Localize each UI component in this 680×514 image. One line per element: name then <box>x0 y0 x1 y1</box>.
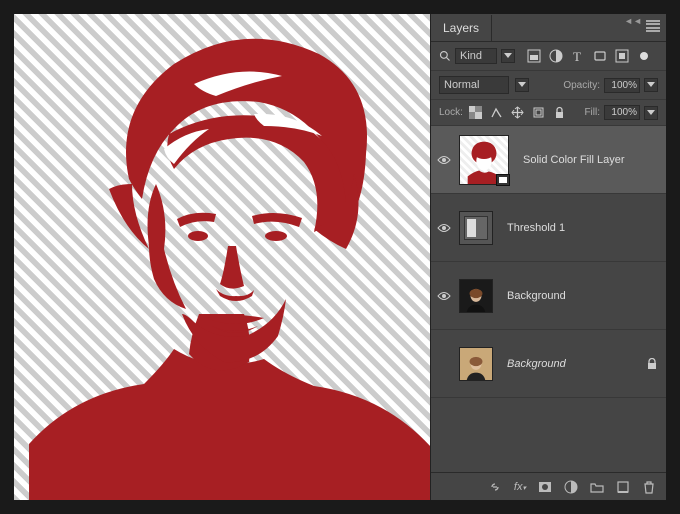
filter-type-icon[interactable]: T <box>571 49 585 63</box>
filter-shape-icon[interactable] <box>593 49 607 63</box>
lock-row: Lock: Fill: 100% <box>431 100 666 126</box>
visibility-icon[interactable] <box>437 223 451 233</box>
new-layer-icon[interactable] <box>616 480 630 494</box>
layer-row[interactable]: Background <box>431 262 666 330</box>
visibility-icon[interactable] <box>437 155 451 165</box>
portrait-artwork <box>14 14 430 500</box>
panel-menu-icon[interactable] <box>646 20 660 32</box>
layer-effects-icon[interactable]: fx▾ <box>514 481 526 493</box>
filter-smartobject-icon[interactable] <box>615 49 629 63</box>
fill-label: Fill: <box>584 107 600 118</box>
tab-layers[interactable]: Layers <box>431 15 492 41</box>
layers-list: Solid Color Fill Layer Threshold 1 Backg… <box>431 126 666 472</box>
collapse-icon[interactable]: ◄◄ <box>624 16 642 26</box>
layer-thumbnail[interactable] <box>459 135 509 185</box>
lock-label: Lock: <box>439 107 463 118</box>
lock-all-icon[interactable] <box>553 106 566 119</box>
group-icon[interactable] <box>590 480 604 494</box>
filter-toggle-icon[interactable] <box>637 49 651 63</box>
search-icon <box>439 50 451 62</box>
link-layers-icon[interactable] <box>488 480 502 494</box>
layer-row[interactable]: Threshold 1 <box>431 194 666 262</box>
kind-filter[interactable]: Kind <box>455 48 497 64</box>
layer-thumbnail[interactable] <box>459 347 493 381</box>
delete-layer-icon[interactable] <box>642 480 656 494</box>
lock-transparency-icon[interactable] <box>469 106 482 119</box>
adjustment-layer-icon[interactable] <box>564 480 578 494</box>
layer-thumbnail[interactable] <box>459 279 493 313</box>
layers-panel: Layers ◄◄ Kind T Normal Opacity: 100% <box>430 14 666 500</box>
layer-name[interactable]: Solid Color Fill Layer <box>523 154 658 166</box>
panel-footer: fx▾ <box>431 472 666 500</box>
layer-name[interactable]: Threshold 1 <box>507 222 658 234</box>
fill-dropdown-icon[interactable] <box>644 106 658 120</box>
canvas[interactable] <box>14 14 430 500</box>
blend-dropdown-icon[interactable] <box>515 78 529 92</box>
opacity-dropdown-icon[interactable] <box>644 78 658 92</box>
filter-adjustment-icon[interactable] <box>549 49 563 63</box>
kind-dropdown-icon[interactable] <box>501 49 515 63</box>
lock-icon <box>646 358 658 370</box>
svg-text:T: T <box>573 49 581 63</box>
visibility-icon[interactable] <box>437 291 451 301</box>
layer-mask-icon[interactable] <box>538 480 552 494</box>
layer-row[interactable]: Background <box>431 330 666 398</box>
lock-pixels-icon[interactable] <box>490 106 503 119</box>
blend-mode-select[interactable]: Normal <box>439 76 509 94</box>
layer-name[interactable]: Background <box>507 358 646 370</box>
fill-input[interactable]: 100% <box>604 105 640 120</box>
opacity-label: Opacity: <box>563 80 600 91</box>
lock-position-icon[interactable] <box>511 106 524 119</box>
threshold-icon <box>464 216 488 240</box>
mask-link-icon[interactable] <box>496 174 510 186</box>
lock-artboard-icon[interactable] <box>532 106 545 119</box>
layer-thumbnail[interactable] <box>459 211 493 245</box>
layer-name[interactable]: Background <box>507 290 658 302</box>
layer-row[interactable]: Solid Color Fill Layer <box>431 126 666 194</box>
blend-row: Normal Opacity: 100% <box>431 71 666 100</box>
filter-pixel-icon[interactable] <box>527 49 541 63</box>
filter-row: Kind T <box>431 42 666 71</box>
opacity-input[interactable]: 100% <box>604 78 640 93</box>
